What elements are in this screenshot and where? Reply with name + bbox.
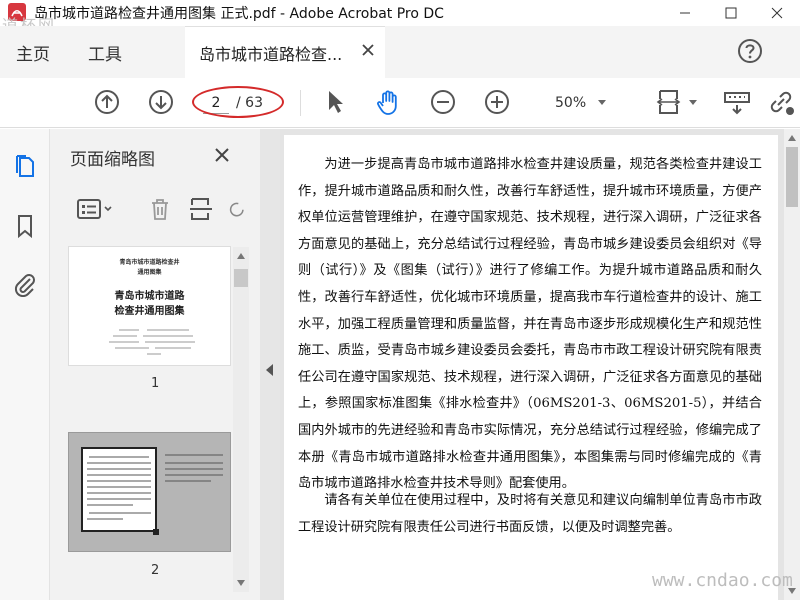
panel-splitter[interactable]: [260, 129, 280, 600]
next-page-button[interactable]: [146, 87, 176, 117]
scroll-down-arrow-icon[interactable]: [237, 580, 245, 586]
fit-page-button[interactable]: [652, 87, 688, 117]
document-tab-label: 岛市城市道路检查...: [199, 45, 343, 64]
close-icon[interactable]: [214, 147, 230, 163]
page-thumbnails-icon[interactable]: [12, 153, 38, 179]
navigation-rail: [0, 129, 50, 600]
tab-close-icon[interactable]: [361, 43, 375, 57]
close-icon: [771, 7, 783, 19]
hand-icon: [377, 90, 397, 115]
scroll-mode-button[interactable]: [722, 87, 752, 117]
chevron-down-icon[interactable]: [689, 100, 697, 105]
link-icon: [770, 91, 794, 115]
thumb2-page-highlight: [81, 447, 157, 532]
thumb2-text-lines: [87, 456, 151, 520]
thumbnails-scrollbar[interactable]: [233, 247, 249, 592]
thumbnails-toolbar: [50, 187, 260, 231]
minus-circle-icon: [431, 90, 455, 114]
page-thumbnail-1[interactable]: 青岛市城市道路检查井 通用图集 青岛市城市道路 检查井通用图集: [68, 246, 231, 366]
plus-circle-icon: [485, 90, 509, 114]
insert-pages-icon: [190, 198, 212, 220]
window-title: 岛市城市道路检查井通用图集 正式.pdf - Adobe Acrobat Pro…: [34, 6, 444, 22]
menu-home[interactable]: 主页: [16, 40, 50, 65]
prev-page-button[interactable]: [92, 87, 122, 117]
thumbnails-panel-title: 页面缩略图: [70, 150, 155, 170]
maximize-button[interactable]: [708, 0, 754, 26]
document-scrollbar-thumb[interactable]: [786, 147, 798, 207]
thumbnail-1-number: 1: [151, 376, 160, 391]
thumb1-header: 青岛市城市道路检查井: [119, 259, 180, 266]
watermark-bottom-right: www.cndao.com: [652, 570, 793, 591]
scroll-up-arrow-icon[interactable]: [788, 135, 796, 141]
rotate-page-button[interactable]: [226, 195, 246, 223]
document-paragraph-1: 为进一步提高青岛市城市道路排水检查井建设质量，规范各类检查井建设工作，提升城市道…: [298, 157, 762, 492]
thumbnails-scrollbar-thumb[interactable]: [234, 269, 248, 287]
page-thumbnails-panel: 页面缩略图 青岛市城市道路检查井 通用图集 青岛市城市道路 检查井通用图集 1 …: [50, 129, 260, 600]
minimize-button[interactable]: [662, 0, 708, 26]
main-toolbar: 2 / 63 50%: [0, 78, 800, 128]
minimize-icon: [680, 12, 690, 14]
rotate-icon: [229, 202, 244, 217]
fit-width-icon: [656, 90, 681, 114]
thumbnail-2-number: 2: [151, 563, 160, 578]
bookmark-icon[interactable]: [12, 213, 38, 239]
list-options-icon: [77, 199, 112, 219]
pdf-page: 为进一步提高青岛市城市道路排水检查井建设质量，规范各类检查井建设工作，提升城市道…: [284, 135, 778, 600]
share-link-button[interactable]: [766, 87, 796, 117]
zoom-in-button[interactable]: [482, 87, 512, 117]
menu-tools[interactable]: 工具: [88, 40, 122, 65]
thumb2-right-column: [165, 454, 223, 482]
document-tab[interactable]: 岛市城市道路检查...: [185, 26, 385, 78]
help-icon[interactable]: [736, 37, 764, 65]
red-annotation-oval: [192, 86, 284, 118]
arrow-up-circle-icon: [95, 90, 119, 114]
insert-page-button[interactable]: [186, 195, 216, 223]
select-tool-button[interactable]: [320, 87, 350, 117]
document-paragraph-2: 请各有关单位在使用过程中，及时将有关意见和建议向编制单位青岛市市政工程设计研究院…: [298, 493, 762, 535]
document-view[interactable]: 为进一步提高青岛市城市道路排水检查井建设质量，规范各类检查井建设工作，提升城市道…: [280, 129, 784, 600]
maximize-icon: [725, 7, 737, 19]
thumb1-body-lines: [109, 329, 195, 355]
toolbar-separator: [300, 90, 301, 116]
zoom-level-select[interactable]: 50%: [555, 92, 586, 114]
zoom-out-button[interactable]: [428, 87, 458, 117]
trash-icon: [152, 199, 168, 220]
attachment-icon[interactable]: [12, 271, 38, 297]
cursor-arrow-icon: [329, 91, 343, 113]
keyboard-scroll-icon: [724, 92, 750, 115]
thumb1-title-line1: 青岛市城市道路: [114, 291, 185, 302]
title-bar: 岛市城市道路检查井通用图集 正式.pdf - Adobe Acrobat Pro…: [0, 0, 800, 35]
close-window-button[interactable]: [754, 0, 800, 26]
page-thumbnail-2-selected[interactable]: [68, 432, 231, 552]
thumb2-resize-handle[interactable]: [153, 529, 159, 535]
thumb1-title-line2: 检查井通用图集: [114, 306, 185, 317]
scroll-up-arrow-icon[interactable]: [237, 253, 245, 259]
thumbnail-options-button[interactable]: [74, 195, 118, 223]
menu-tab-bar: 主页 工具: [0, 26, 800, 78]
hand-tool-button[interactable]: [374, 87, 404, 117]
chevron-down-icon[interactable]: [598, 100, 606, 105]
delete-page-button[interactable]: [142, 195, 178, 223]
thumb1-subheader: 通用图集: [137, 269, 162, 276]
document-scrollbar[interactable]: [784, 129, 800, 600]
collapse-panel-arrow-icon[interactable]: [266, 364, 273, 376]
arrow-down-circle-icon: [149, 90, 173, 114]
